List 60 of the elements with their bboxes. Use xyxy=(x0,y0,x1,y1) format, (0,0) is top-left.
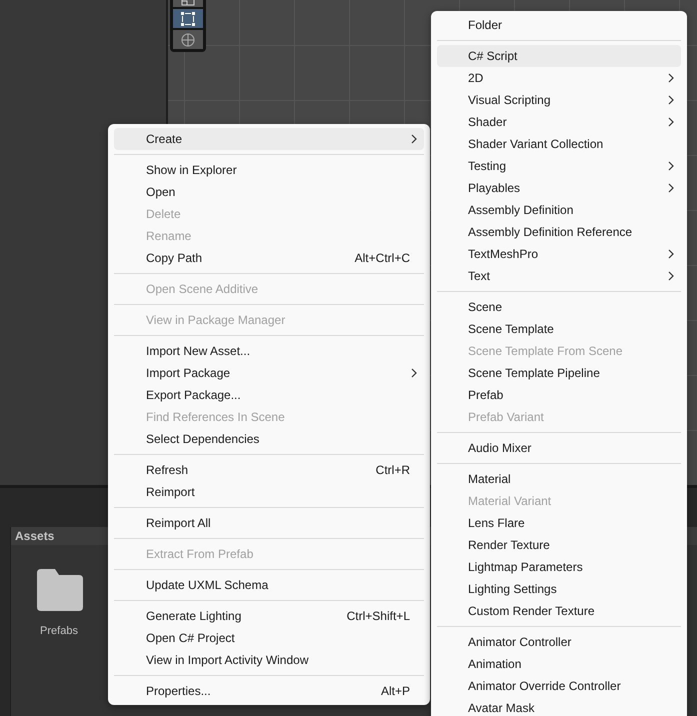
rect-transform-button[interactable] xyxy=(173,9,203,28)
folder-label: Prefabs xyxy=(40,625,78,637)
folder-icon[interactable] xyxy=(35,569,83,611)
menu-item[interactable]: Reimport xyxy=(114,481,424,503)
menu-item[interactable]: Avatar Mask xyxy=(437,697,681,716)
chevron-right-icon xyxy=(411,368,417,378)
menu-item[interactable]: Folder xyxy=(437,14,681,36)
chevron-right-icon xyxy=(668,271,674,281)
selection-rect-icon xyxy=(180,10,196,26)
menu-item[interactable]: Reimport All xyxy=(114,512,424,534)
chevron-right-icon xyxy=(668,183,674,193)
menu-item[interactable]: Shader xyxy=(437,111,681,133)
menu-item[interactable]: Audio Mixer xyxy=(437,437,681,459)
transform-button[interactable] xyxy=(173,30,203,49)
menu-item[interactable]: TextMeshPro xyxy=(437,243,681,265)
menu-item[interactable]: C# Script xyxy=(437,45,681,67)
menu-item[interactable]: Copy Path Alt+Ctrl+C xyxy=(114,247,424,269)
menu-item[interactable]: Render Texture xyxy=(437,534,681,556)
chevron-right-icon xyxy=(411,134,417,144)
menu-item[interactable]: Scene Template xyxy=(437,318,681,340)
menu-item[interactable]: Assembly Definition xyxy=(437,199,681,221)
menu-item[interactable]: Assembly Definition Reference xyxy=(437,221,681,243)
menu-item[interactable]: Open xyxy=(114,181,424,203)
menu-item[interactable]: Select Dependencies xyxy=(114,428,424,450)
menu-item[interactable]: Animator Override Controller xyxy=(437,675,681,697)
menu-item[interactable]: Shader Variant Collection xyxy=(437,133,681,155)
menu-item[interactable]: Update UXML Schema xyxy=(114,574,424,596)
menu-item[interactable]: Scene Template Pipeline xyxy=(437,362,681,384)
chevron-right-icon xyxy=(668,161,674,171)
menu-item[interactable]: Export Package... xyxy=(114,384,424,406)
menu-item[interactable]: Testing xyxy=(437,155,681,177)
menu-item[interactable]: View in Import Activity Window xyxy=(114,649,424,671)
menu-item[interactable]: Create xyxy=(114,128,424,150)
chevron-right-icon xyxy=(668,95,674,105)
menu-item[interactable]: 2D xyxy=(437,67,681,89)
menu-item[interactable]: Lighting Settings xyxy=(437,578,681,600)
menu-item[interactable]: Custom Render Texture xyxy=(437,600,681,622)
menu-item[interactable]: Refresh Ctrl+R xyxy=(114,459,424,481)
chevron-right-icon xyxy=(668,249,674,259)
scrollbar[interactable] xyxy=(0,527,11,716)
menu-item[interactable]: Show in Explorer xyxy=(114,159,424,181)
menu-item[interactable]: Properties... Alt+P xyxy=(114,680,424,702)
menu-item[interactable]: Text xyxy=(437,265,681,287)
menu-item[interactable]: Lens Flare xyxy=(437,512,681,534)
menu-item[interactable]: Lightmap Parameters xyxy=(437,556,681,578)
chevron-right-icon xyxy=(668,73,674,83)
menu-item[interactable]: Generate Lighting Ctrl+Shift+L xyxy=(114,605,424,627)
menu-item[interactable]: Visual Scripting xyxy=(437,89,681,111)
menu-item[interactable]: Prefab xyxy=(437,384,681,406)
menu-item[interactable]: Import Package xyxy=(114,362,424,384)
crosshair-icon xyxy=(179,30,197,48)
menu-item[interactable]: Open C# Project xyxy=(114,627,424,649)
menu-item[interactable]: Playables xyxy=(437,177,681,199)
menu-item[interactable]: Animation xyxy=(437,653,681,675)
menu-item[interactable]: Animator Controller xyxy=(437,631,681,653)
menu-item[interactable]: Material xyxy=(437,468,681,490)
assets-title: Assets xyxy=(15,529,54,543)
chevron-right-icon xyxy=(668,117,674,127)
menu-item[interactable]: Scene xyxy=(437,296,681,318)
menu-item[interactable]: Import New Asset... xyxy=(114,340,424,362)
